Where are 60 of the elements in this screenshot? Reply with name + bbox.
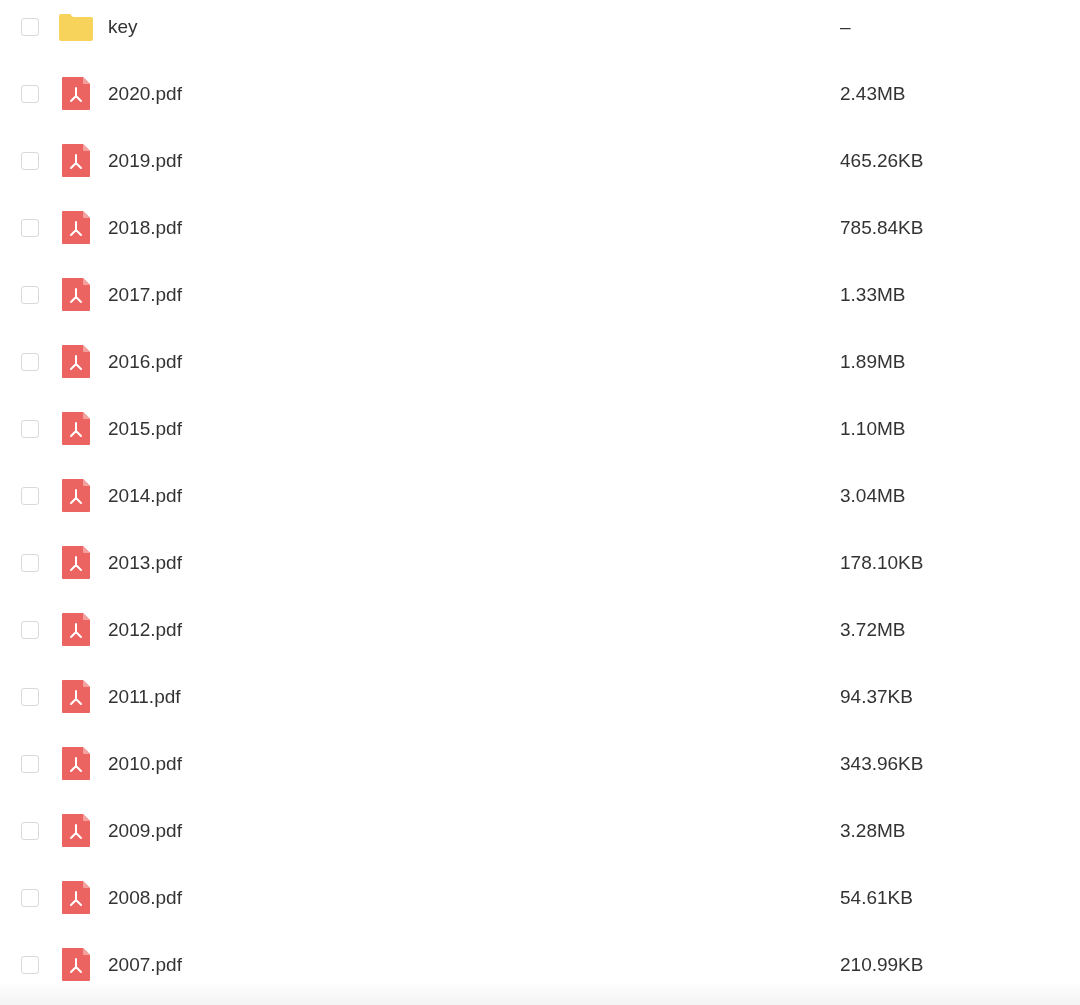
pdf-file-icon [62, 613, 90, 646]
pdf-file-icon [62, 479, 90, 512]
checkbox[interactable] [21, 620, 39, 639]
folder-icon [59, 12, 93, 41]
file-size: 54.61KB [840, 886, 913, 909]
checkbox[interactable] [21, 955, 39, 974]
file-name[interactable]: 2018.pdf [108, 216, 808, 239]
file-name[interactable]: 2017.pdf [108, 283, 808, 306]
checkbox[interactable] [21, 888, 39, 907]
checkbox[interactable] [21, 754, 39, 773]
file-name[interactable]: 2011.pdf [108, 685, 808, 708]
file-size: 1.33MB [840, 283, 906, 306]
file-name[interactable]: 2009.pdf [108, 819, 808, 842]
file-size: 178.10KB [840, 551, 924, 574]
file-name[interactable]: 2019.pdf [108, 149, 808, 172]
pdf-file-icon [62, 211, 90, 244]
file-size: 94.37KB [840, 685, 913, 708]
checkbox[interactable] [21, 553, 39, 572]
pdf-file-icon [62, 948, 90, 981]
checkbox[interactable] [21, 285, 39, 304]
pdf-file-icon [62, 77, 90, 110]
pdf-file-icon [62, 412, 90, 445]
file-size: 3.72MB [840, 618, 906, 641]
file-name[interactable]: 2008.pdf [108, 886, 808, 909]
checkbox[interactable] [21, 84, 39, 103]
pdf-file-icon [62, 546, 90, 579]
file-name[interactable]: 2020.pdf [108, 82, 808, 105]
checkbox[interactable] [21, 218, 39, 237]
file-size: 1.89MB [840, 350, 906, 373]
checkbox[interactable] [21, 687, 39, 706]
pdf-file-icon [62, 881, 90, 914]
file-size: 1.10MB [840, 417, 906, 440]
file-name[interactable]: 2013.pdf [108, 551, 808, 574]
checkbox[interactable] [21, 486, 39, 505]
checkbox[interactable] [21, 419, 39, 438]
checkbox[interactable] [21, 352, 39, 371]
file-name[interactable]: 2016.pdf [108, 350, 808, 373]
pdf-file-icon [62, 345, 90, 378]
file-size: 210.99KB [840, 953, 924, 976]
checkbox[interactable] [21, 151, 39, 170]
pdf-file-icon [62, 144, 90, 177]
file-name[interactable]: 2015.pdf [108, 417, 808, 440]
file-size: 3.04MB [840, 484, 906, 507]
file-size: 343.96KB [840, 752, 924, 775]
file-size: 3.28MB [840, 819, 906, 842]
file-name[interactable]: 2014.pdf [108, 484, 808, 507]
file-size: 465.26KB [840, 149, 924, 172]
checkbox[interactable] [21, 17, 39, 36]
file-size: 785.84KB [840, 216, 924, 239]
pdf-file-icon [62, 747, 90, 780]
checkbox[interactable] [21, 821, 39, 840]
file-name[interactable]: 2012.pdf [108, 618, 808, 641]
file-name[interactable]: 2007.pdf [108, 953, 808, 976]
pdf-file-icon [62, 278, 90, 311]
pdf-file-icon [62, 814, 90, 847]
file-name[interactable]: 2010.pdf [108, 752, 808, 775]
file-size: 2.43MB [840, 82, 906, 105]
file-size: – [840, 15, 851, 38]
file-name[interactable]: key [108, 15, 808, 38]
pdf-file-icon [62, 680, 90, 713]
